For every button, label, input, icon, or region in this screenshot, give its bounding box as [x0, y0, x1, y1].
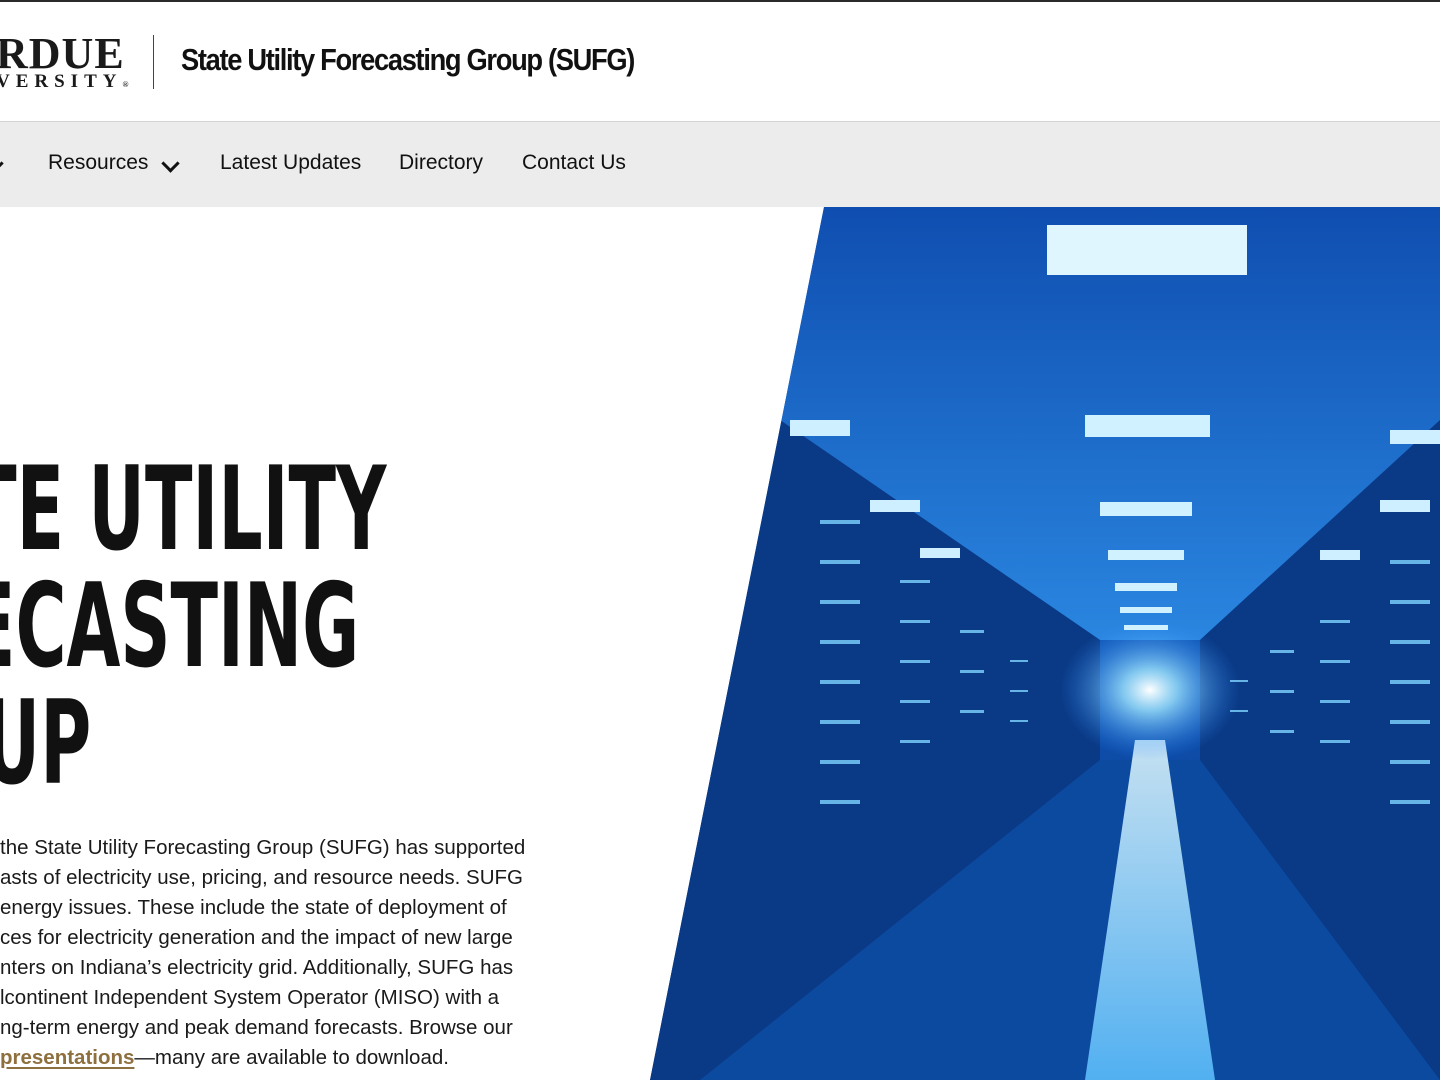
hero-description-line: lcontinent Independent System Operator (…: [0, 986, 500, 1009]
purdue-logo[interactable]: RDUE VERSITY®: [0, 29, 129, 92]
hero-description-line-last: presentations—many are available to down…: [0, 1043, 560, 1073]
hero-description-line: energy issues. These include the state o…: [0, 896, 507, 919]
nav-item-resources-label: Resources: [48, 151, 149, 174]
chevron-down-icon: [161, 154, 180, 173]
nav-item-contact-us[interactable]: Contact Us: [522, 151, 626, 175]
logo-wordmark-top: RDUE: [0, 29, 125, 78]
main-nav: Resources Latest Updates Directory Conta…: [0, 122, 1440, 207]
nav-item-directory[interactable]: Directory: [399, 151, 483, 175]
hero-title-line-3: UP: [0, 676, 91, 811]
nav-item-resources[interactable]: Resources: [48, 151, 180, 175]
hero-title-line-1: TE UTILITY: [0, 442, 386, 577]
hero-title-line-2: ECASTING: [0, 559, 359, 694]
chevron-down-icon: [0, 154, 4, 173]
hero-description-line: asts of electricity use, pricing, and re…: [0, 866, 523, 889]
nav-item-latest-updates[interactable]: Latest Updates: [220, 151, 361, 175]
presentations-link[interactable]: presentations: [0, 1046, 134, 1069]
hero-description-line: the State Utility Forecasting Group (SUF…: [0, 836, 526, 859]
header-divider: [153, 35, 154, 89]
site-title-link[interactable]: State Utility Forecasting Group (SUFG): [181, 42, 635, 78]
page: RDUE VERSITY® State Utility Forecasting …: [0, 0, 1440, 1080]
site-header: RDUE VERSITY® State Utility Forecasting …: [0, 0, 1440, 122]
hero-description-line: nters on Indiana’s electricity grid. Add…: [0, 956, 514, 979]
hero-description-line-rest: —many are available to download.: [134, 1046, 449, 1069]
logo-registered-mark: ®: [122, 80, 129, 89]
hero-description-line: ng-term energy and peak demand forecasts…: [0, 1016, 513, 1039]
hero-description: the State Utility Forecasting Group (SUF…: [0, 833, 560, 1073]
hero-description-line: ces for electricity generation and the i…: [0, 926, 513, 949]
